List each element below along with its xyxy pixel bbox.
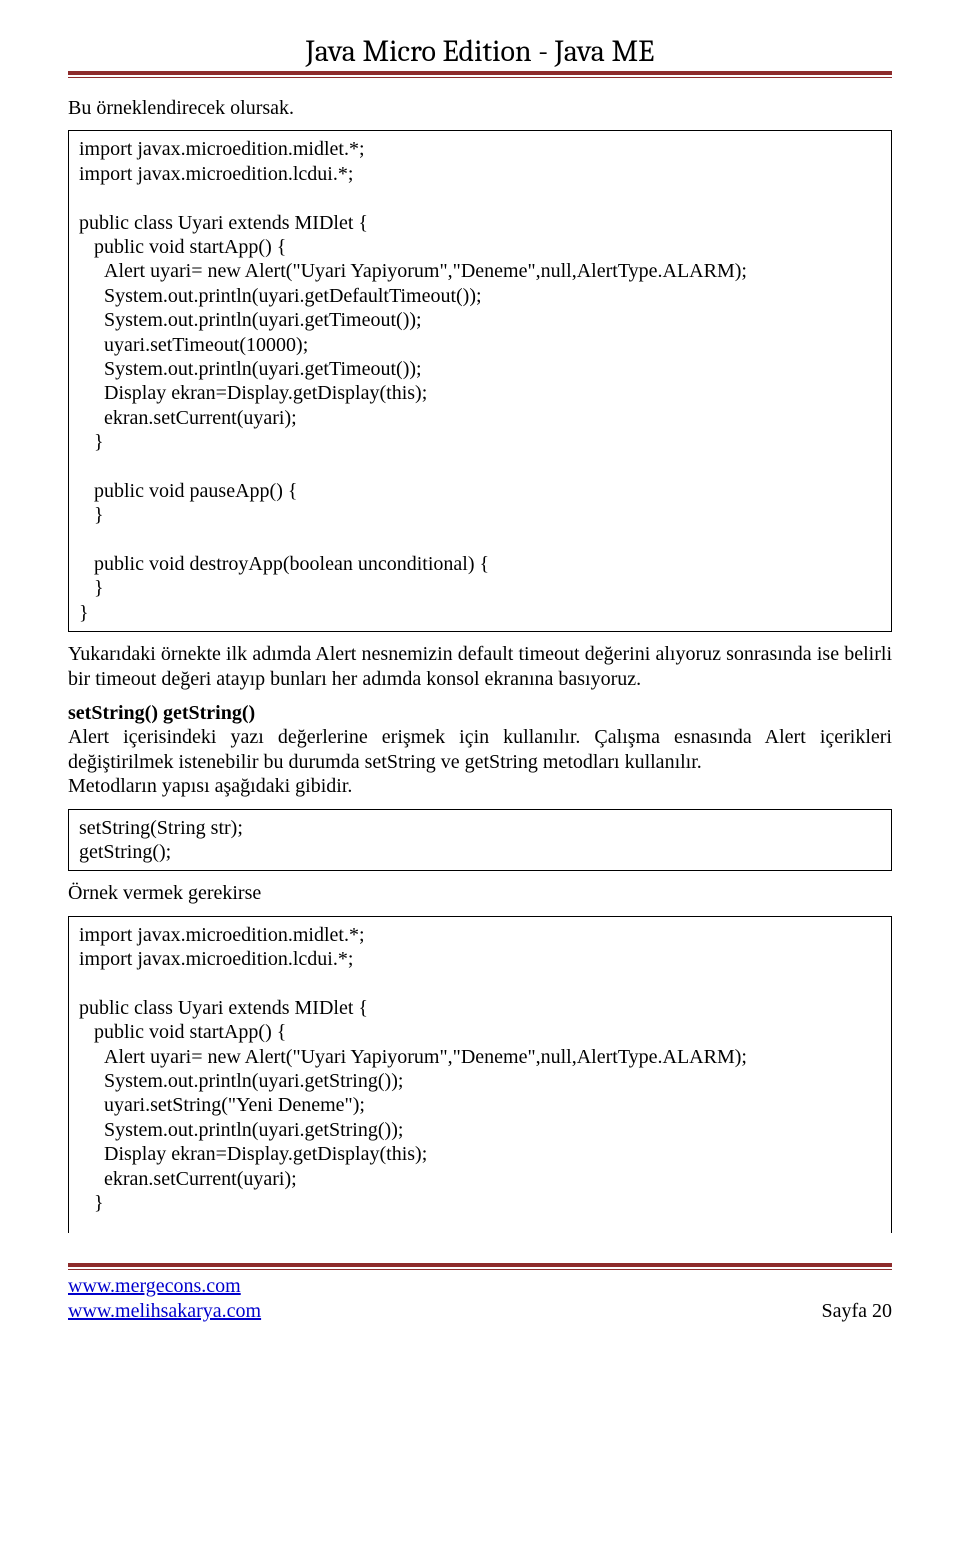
paragraph-3: Örnek vermek gerekirse bbox=[68, 881, 892, 905]
page-footer: www.mergecons.com www.melihsakarya.com S… bbox=[68, 1274, 892, 1323]
code-block-3: import javax.microedition.midlet.*; impo… bbox=[68, 916, 892, 1234]
title-rule bbox=[68, 71, 892, 78]
paragraph-1: Yukarıdaki örnekte ilk adımda Alert nesn… bbox=[68, 642, 892, 691]
code-block-1: import javax.microedition.midlet.*; impo… bbox=[68, 130, 892, 632]
section-setstring-getstring: setString() getString() Alert içerisinde… bbox=[68, 701, 892, 799]
section-heading: setString() getString() bbox=[68, 702, 255, 724]
intro-text: Bu örneklendirecek olursak. bbox=[68, 96, 892, 120]
paragraph-2: Alert içerisindeki yazı değerlerine eriş… bbox=[68, 726, 897, 797]
page-title: Java Micro Edition - Java ME bbox=[68, 34, 892, 69]
footer-rule bbox=[68, 1263, 892, 1270]
footer-links: www.mergecons.com www.melihsakarya.com bbox=[68, 1274, 261, 1323]
page-number: Sayfa 20 bbox=[821, 1299, 892, 1323]
footer-link-mergecons[interactable]: www.mergecons.com bbox=[68, 1275, 241, 1297]
footer-link-melihsakarya[interactable]: www.melihsakarya.com bbox=[68, 1300, 261, 1322]
code-block-2: setString(String str); getString(); bbox=[68, 809, 892, 872]
